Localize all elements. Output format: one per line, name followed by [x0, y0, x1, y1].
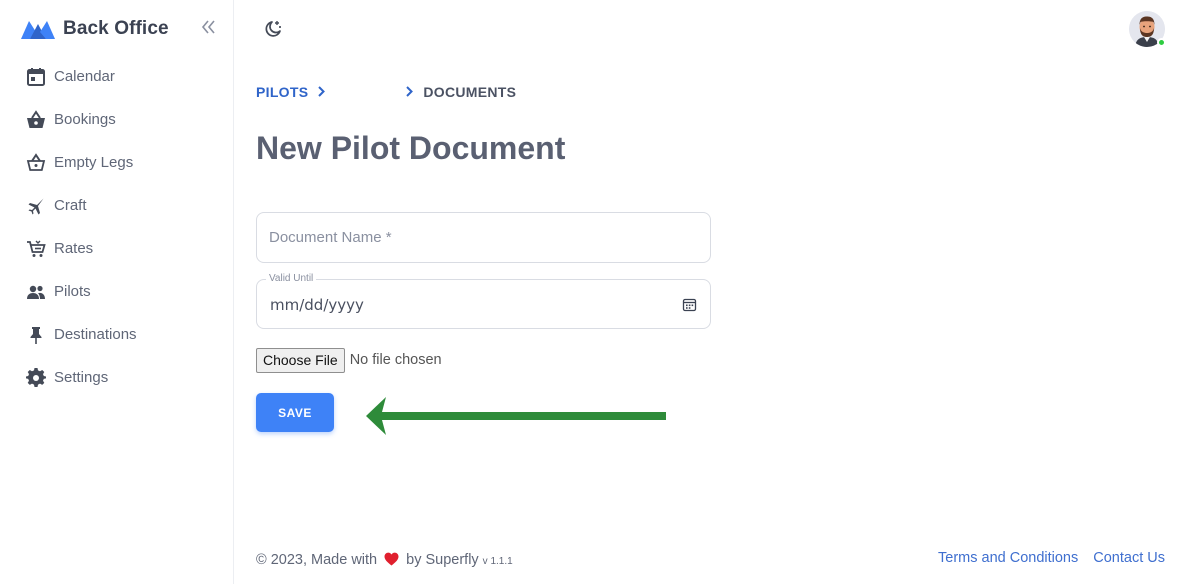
online-status-indicator — [1157, 38, 1166, 47]
sidebar-item-bookings[interactable]: Bookings — [0, 98, 233, 141]
breadcrumb-current: DOCUMENTS — [423, 84, 517, 100]
annotation-arrow-icon — [366, 397, 666, 435]
heart-icon — [384, 552, 399, 566]
sidebar-item-label: Pilots — [54, 283, 91, 300]
sidebar-item-pilots[interactable]: Pilots — [0, 270, 233, 313]
chevron-right-icon — [317, 85, 326, 100]
page-title: New Pilot Document — [256, 130, 566, 166]
sidebar-item-label: Rates — [54, 240, 94, 257]
brand-logo-icon — [21, 21, 55, 39]
sidebar-item-empty-legs[interactable]: Empty Legs — [0, 141, 233, 184]
brand[interactable]: Back Office — [20, 14, 220, 44]
breadcrumb-pilots-link[interactable]: PILOTS — [256, 84, 308, 100]
sidebar-item-label: Empty Legs — [54, 154, 134, 171]
valid-until-input[interactable]: mm/dd/yyyy — [270, 296, 364, 314]
sidebar-item-destinations[interactable]: Destinations — [0, 313, 233, 356]
date-picker-icon[interactable] — [682, 297, 697, 312]
sidebar-item-settings[interactable]: Settings — [0, 356, 233, 399]
footer-links: Terms and Conditions Contact Us — [938, 550, 1165, 566]
valid-until-label: Valid Until — [266, 273, 317, 284]
version-label: v 1.1.1 — [482, 556, 513, 567]
copyright-suffix: by Superfly — [406, 552, 479, 568]
sidebar-item-calendar[interactable]: Calendar — [0, 55, 233, 98]
basket-icon — [25, 109, 47, 131]
sidebar-item-label: Settings — [54, 369, 109, 386]
sidebar-item-craft[interactable]: Craft — [0, 184, 233, 227]
choose-file-button[interactable]: Choose File — [256, 347, 345, 373]
file-upload: Choose File No file chosen — [256, 347, 442, 373]
contact-link[interactable]: Contact Us — [1093, 550, 1165, 566]
sidebar-item-label: Craft — [54, 197, 87, 214]
sidebar: Back Office Calendar Bookings Empty Legs — [0, 0, 234, 584]
document-name-input[interactable] — [257, 213, 710, 262]
app-title: Back Office — [63, 18, 169, 39]
airplane-icon — [25, 195, 47, 217]
gear-icon — [25, 367, 47, 389]
sidebar-item-label: Destinations — [54, 326, 137, 343]
calendar-icon — [25, 66, 47, 88]
people-icon — [25, 281, 47, 303]
save-button[interactable]: SAVE — [256, 393, 334, 432]
file-status-text: No file chosen — [349, 352, 442, 368]
document-name-field — [256, 212, 711, 263]
sidebar-nav: Calendar Bookings Empty Legs Craft Rates — [0, 55, 233, 399]
pin-icon — [25, 324, 47, 346]
sidebar-item-label: Calendar — [54, 68, 115, 85]
double-chevron-left-icon[interactable] — [200, 17, 218, 39]
valid-until-field[interactable]: Valid Until mm/dd/yyyy — [256, 273, 711, 329]
sidebar-item-label: Bookings — [54, 111, 116, 128]
moon-star-icon[interactable] — [263, 19, 283, 39]
basket-outline-icon — [25, 152, 47, 174]
footer-copyright: © 2023, Made with by Superfly v 1.1.1 — [256, 550, 513, 568]
sidebar-item-rates[interactable]: Rates — [0, 227, 233, 270]
terms-link[interactable]: Terms and Conditions — [938, 550, 1078, 566]
chevron-right-icon — [405, 85, 414, 100]
breadcrumb: PILOTS DOCUMENTS — [256, 83, 516, 101]
cart-icon — [25, 238, 47, 260]
copyright-prefix: © 2023, Made with — [256, 552, 378, 568]
